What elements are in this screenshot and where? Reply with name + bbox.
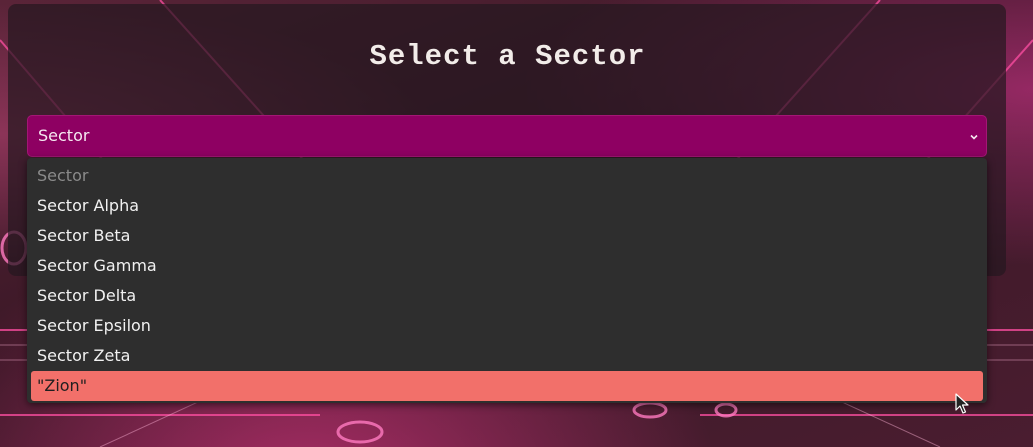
option-zion[interactable]: "Zion"	[31, 371, 983, 401]
mouse-cursor-icon	[955, 393, 969, 414]
page-title: Select a Sector	[369, 40, 646, 73]
option-sector-alpha[interactable]: Sector Alpha	[31, 191, 983, 221]
option-sector-placeholder: Sector	[37, 166, 89, 185]
sector-dropdown-list: Sector Sector Alpha Sector Beta Sector G…	[27, 158, 987, 403]
sector-select[interactable]: Sector	[27, 115, 987, 157]
option-sector-beta[interactable]: Sector Beta	[31, 221, 983, 251]
option-sector-zeta[interactable]: Sector Zeta	[31, 341, 983, 371]
chevron-down-icon	[970, 134, 978, 140]
option-sector-gamma[interactable]: Sector Gamma	[31, 251, 983, 281]
option-sector-delta[interactable]: Sector Delta	[31, 281, 983, 311]
option-sector-epsilon[interactable]: Sector Epsilon	[31, 311, 983, 341]
select-current-value: Sector	[38, 126, 90, 145]
